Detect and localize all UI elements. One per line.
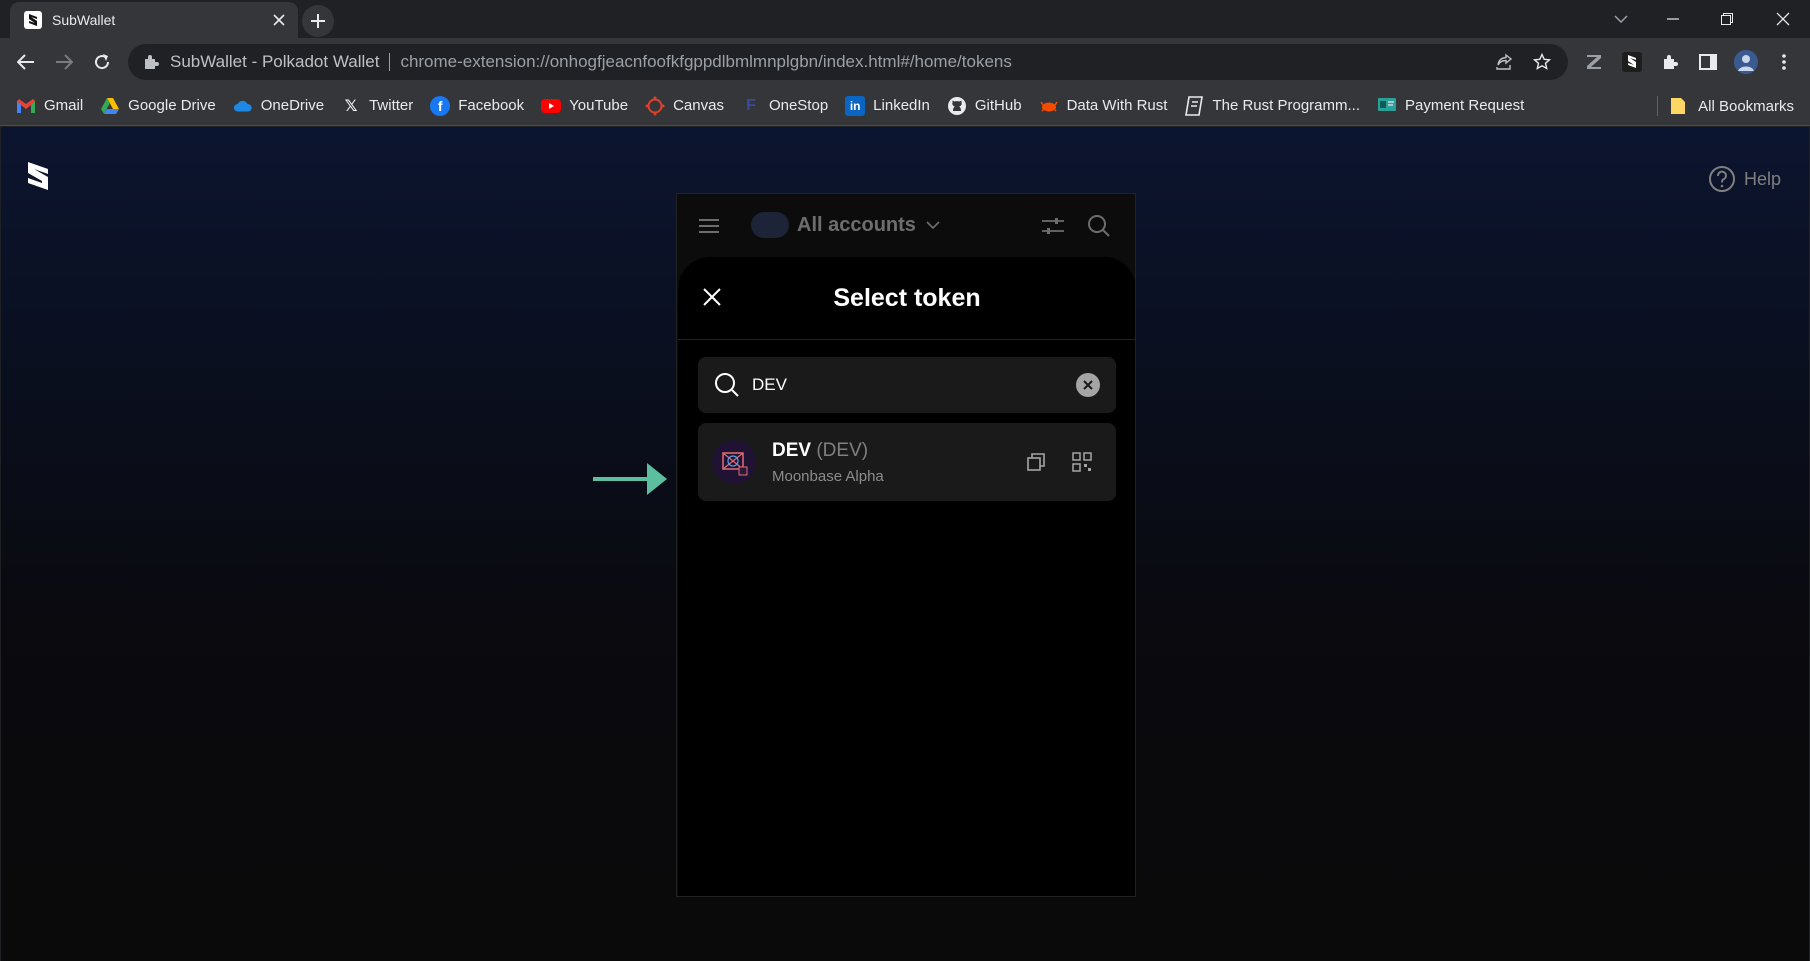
search-icon [715,373,739,397]
address-bar[interactable]: SubWallet - Polkadot Wallet chrome-exten… [128,44,1568,80]
extensions-puzzle-icon[interactable] [1658,50,1682,74]
rust-book-icon [1184,95,1204,116]
bookmark-onedrive[interactable]: OneDrive [233,92,324,120]
subwallet-favicon-icon [24,11,42,29]
browser-tab[interactable]: SubWallet [10,2,298,38]
onedrive-icon [233,96,253,116]
tab-search-chevron-icon[interactable] [1606,4,1636,34]
all-bookmarks-label: All Bookmarks [1698,97,1794,115]
onestop-icon: F [746,96,756,114]
bookmark-twitter[interactable]: 𝕏 Twitter [341,92,414,120]
bookmark-google-drive[interactable]: Google Drive [100,92,216,120]
window-close-icon[interactable] [1768,4,1798,34]
share-icon[interactable] [1492,50,1516,74]
dev-token-logo [712,440,756,484]
bookmark-rust-book[interactable]: The Rust Programm... [1184,92,1360,120]
twitter-x-icon: 𝕏 [344,97,358,115]
extension-puzzle-icon [145,55,159,69]
help-label: Help [1743,168,1781,189]
back-button[interactable] [12,48,40,76]
bookmark-gmail[interactable]: Gmail [16,92,83,120]
bookmarks-bar: Gmail Google Drive OneDrive 𝕏 Twitter f … [0,86,1810,126]
bookmark-linkedin[interactable]: in LinkedIn [845,92,930,120]
customize-sliders-icon[interactable] [1039,212,1067,240]
facebook-icon: f [430,95,451,116]
rust-crab-icon [1039,96,1059,116]
bookmark-youtube[interactable]: YouTube [541,92,628,120]
reload-button[interactable] [88,48,116,76]
bookmarks-divider [1657,96,1659,116]
search-icon[interactable] [1085,212,1113,240]
account-avatar [751,212,789,238]
new-tab-button[interactable] [302,5,334,37]
minimize-icon[interactable] [1658,4,1688,34]
subwallet-logo-icon [28,162,48,190]
github-icon [947,96,967,116]
chrome-menu-icon[interactable] [1772,50,1796,74]
google-drive-icon [100,96,120,116]
linkedin-icon: in [845,95,866,116]
token-symbol: DEV [772,440,812,461]
copy-address-icon[interactable] [1024,450,1048,474]
youtube-icon [541,96,562,116]
site-name: SubWallet - Polkadot Wallet [170,52,380,71]
folder-icon [1670,96,1690,116]
bookmark-payment-request[interactable]: Payment Request [1377,92,1524,120]
restore-icon[interactable] [1712,4,1742,34]
bookmark-data-with-rust[interactable]: Data With Rust [1039,92,1167,120]
side-panel-icon[interactable] [1696,50,1720,74]
account-selector[interactable]: All accounts [751,212,940,238]
all-bookmarks-button[interactable]: All Bookmarks [1657,92,1794,120]
omnibox-separator [389,53,391,71]
help-circle-icon [1708,166,1735,192]
search-value[interactable]: DEV [752,375,1076,395]
wallet-header: All accounts [677,194,1135,258]
clear-search-icon[interactable] [1076,373,1100,397]
gmail-icon [16,96,36,116]
hamburger-menu-icon[interactable] [695,212,723,240]
url-text[interactable]: chrome-extension://onhogfjeacnfoofkfgppd… [400,52,1478,72]
tab-close-icon[interactable] [270,11,288,29]
qr-code-icon[interactable] [1070,450,1094,474]
token-name: DEV (DEV) [772,440,868,462]
canvas-icon [645,96,665,116]
tab-title: SubWallet [52,12,116,28]
account-label: All accounts [797,213,916,236]
modal-title: Select token [833,284,981,312]
token-search-input[interactable]: DEV [698,357,1116,413]
forward-button[interactable] [50,48,78,76]
token-network: Moonbase Alpha [772,468,884,485]
token-ticker: (DEV) [816,440,869,461]
help-button[interactable]: Help [1708,165,1781,193]
annotation-arrow-icon [593,463,667,495]
token-item[interactable]: DEV (DEV) Moonbase Alpha [698,423,1116,501]
select-token-modal: Select token DEV DEV (DEV) Moonbase Alph… [678,257,1135,896]
zotero-extension-icon[interactable] [1582,50,1606,74]
subwallet-extension-icon[interactable] [1620,50,1644,74]
chevron-down-icon [926,221,940,229]
browser-toolbar: SubWallet - Polkadot Wallet chrome-exten… [0,38,1810,86]
payment-request-icon [1377,96,1397,116]
bookmark-canvas[interactable]: Canvas [645,92,724,120]
bookmark-facebook[interactable]: f Facebook [430,92,524,120]
subwallet-page: Help All accounts Select token DEV DEV (… [1,127,1809,961]
bookmark-star-icon[interactable] [1530,50,1554,74]
modal-divider [678,339,1135,340]
bookmark-github[interactable]: GitHub [947,92,1022,120]
profile-avatar[interactable] [1734,50,1758,74]
wallet-popup: All accounts Select token DEV DEV (DEV) … [676,193,1136,897]
tab-strip: SubWallet [0,0,1810,38]
bookmark-onestop[interactable]: F OneStop [741,92,828,120]
